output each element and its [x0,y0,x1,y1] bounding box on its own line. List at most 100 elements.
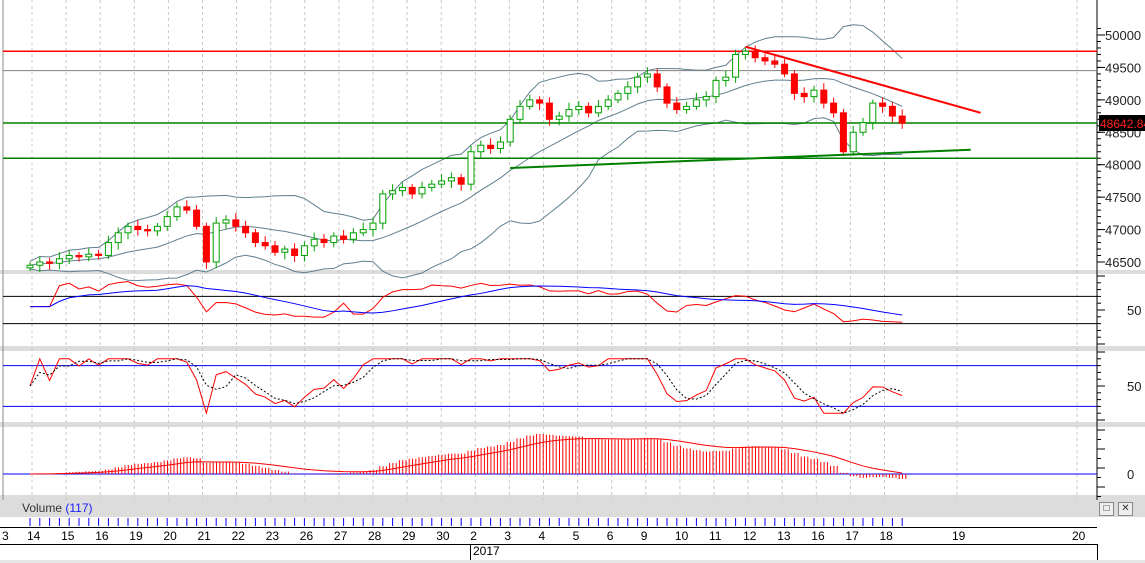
candle [634,76,642,88]
candle [457,177,465,185]
candle [65,255,73,260]
pane-separator [0,422,1145,427]
date-axis[interactable]: 3 14 15 16 19 20 21 22 23 26 27 28 29 30 2 3 4 5 6 9 10 11 12… [0,527,1097,545]
candle [859,122,867,133]
candle [75,255,83,258]
candle [467,151,475,185]
date-label: 5 [572,529,580,543]
year-axis: 2017 [0,544,1098,560]
candle [398,186,406,192]
candle [692,99,700,107]
candle [271,245,279,253]
date-label: 12 [743,529,757,543]
date-label: 30 [436,529,450,543]
candle [153,225,161,232]
candle [888,105,896,117]
date-label: 19 [952,529,966,543]
close-button[interactable]: ✕ [1118,502,1133,516]
candle [26,264,34,269]
candle [379,193,387,224]
date-label: 10 [674,529,689,543]
candle [879,102,887,107]
candle [790,73,798,94]
date-label: 23 [265,529,280,543]
bollinger-lower [29,117,903,281]
candle [732,53,740,78]
maximize-button[interactable]: □ [1099,502,1114,516]
candle [95,253,103,257]
candle [604,99,612,107]
candle [447,177,455,182]
date-label: 28 [368,529,382,543]
candle [555,115,563,120]
candle [212,222,220,263]
candle [771,60,779,65]
candle [820,89,828,104]
date-label: 17 [845,529,859,543]
stochastic-k-line [29,357,903,416]
candle [163,216,171,227]
candle [202,225,210,263]
price-tick-label: 48000 [1105,158,1141,173]
candle [683,105,691,111]
bollinger-mid [29,78,903,266]
candle [232,219,240,227]
candle [438,180,446,185]
date-label: 6 [606,529,614,543]
price-tick-label: 47500 [1105,190,1141,205]
candle [751,50,759,59]
date-label: 4 [538,529,546,543]
candle [722,76,730,81]
price-tick-label: 47000 [1105,223,1141,238]
candle [104,242,112,257]
candle [428,183,436,188]
stochastic-d-line [29,358,903,414]
date-label: 14 [27,529,41,543]
candle [594,105,602,114]
candle [702,96,710,101]
indicator-axis-label: 0 [1127,467,1134,482]
candle [741,50,749,55]
candle [496,141,504,149]
date-label: 16 [811,529,825,543]
date-label: 2 [470,529,477,543]
candle [340,235,348,240]
candle [349,232,357,240]
price-tick-label: 46500 [1105,255,1141,270]
pane-separator [0,270,1145,274]
candle [506,118,514,143]
year-label: 2017 [470,544,500,560]
candle [408,186,416,195]
candle [526,99,534,107]
candle [643,73,651,78]
candle [830,102,838,114]
candle [839,112,847,153]
candle [183,206,191,211]
candle [124,225,132,234]
volume-label: Volume [22,501,63,515]
candle [761,57,769,62]
candle [251,232,259,244]
volume-header: Volume (117) □ ✕ [0,500,1145,517]
date-label: 19 [129,529,143,543]
date-label: 13 [777,529,791,543]
candle [369,222,377,231]
candle [359,229,367,234]
candle [800,92,808,98]
candle [300,245,308,257]
indicator-axis-label: 50 [1127,379,1141,394]
candle [810,89,818,98]
price-tick-label: 50000 [1105,28,1141,43]
candle [330,235,338,244]
candle [114,232,122,244]
candle [565,109,573,117]
volume-count: (117) [65,501,93,515]
date-label: 15 [61,529,75,543]
candle [781,63,789,75]
date-label: 22 [231,529,245,543]
candle [575,105,583,111]
price-chart[interactable]: 5000049500490004850048000475004700046500… [0,0,1145,500]
candle [389,190,397,195]
candle [898,115,906,124]
time-ticks [0,517,1097,527]
